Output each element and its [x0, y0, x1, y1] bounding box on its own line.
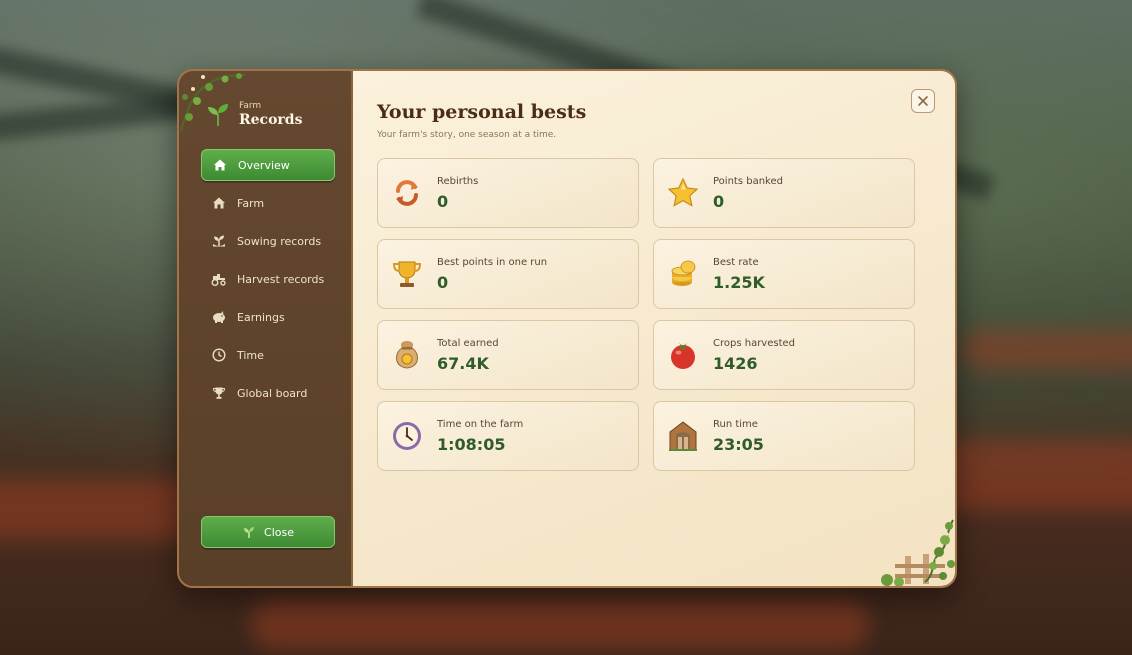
stat-value: 1.25K	[713, 273, 765, 292]
sidebar: Farm Records Overview Farm Sowing record…	[179, 71, 353, 586]
records-modal: Farm Records Overview Farm Sowing record…	[177, 69, 957, 588]
fence-vine-decoration	[881, 519, 955, 586]
stat-card-total-earned: Total earned 67.4K	[377, 320, 639, 390]
stat-value: 0	[437, 273, 449, 292]
stat-label: Best rate	[713, 257, 759, 268]
stat-value: 1:08:05	[437, 435, 506, 454]
brand-subtitle: Farm	[239, 101, 262, 111]
close-button[interactable]: Close	[201, 516, 335, 548]
trophy-icon	[211, 385, 227, 401]
content-panel: Your personal bests Your farm's story, o…	[353, 71, 955, 586]
nav-label: Harvest records	[237, 272, 325, 286]
barn-door-icon	[669, 421, 697, 451]
rebirth-arrows-icon	[396, 180, 418, 206]
nav-label: Earnings	[237, 310, 285, 324]
stat-label: Rebirths	[437, 176, 479, 187]
stat-card-best-points: Best points in one run 0	[377, 239, 639, 309]
brand: Farm Records	[205, 101, 302, 129]
sprout-icon	[244, 527, 255, 538]
clock-icon	[393, 422, 421, 450]
stat-label: Total earned	[437, 338, 499, 349]
close-button-label: Close	[264, 525, 294, 539]
clock-icon	[211, 347, 227, 363]
sprout-logo-icon	[208, 104, 228, 126]
page-subtitle: Your farm's story, one season at a time.	[377, 130, 557, 140]
sprout-icon	[211, 233, 227, 249]
stat-value: 0	[437, 192, 449, 211]
stat-label: Run time	[713, 419, 758, 430]
nav-label: Farm	[237, 196, 265, 210]
nav-label: Overview	[238, 158, 290, 172]
stat-value: 1426	[713, 354, 758, 373]
close-icon	[918, 96, 928, 106]
house-icon	[211, 195, 227, 211]
nav-item-farm[interactable]: Farm	[201, 187, 335, 219]
money-bag-icon	[396, 341, 418, 369]
stat-label: Best points in one run	[437, 257, 548, 268]
stat-value: 0	[713, 192, 725, 211]
trophy-cup-icon	[392, 261, 422, 287]
brand-title: Records	[239, 112, 303, 128]
stat-card-time-on-farm: Time on the farm 1:08:05	[377, 401, 639, 471]
coin-stack-icon	[671, 260, 696, 286]
stat-label: Crops harvested	[713, 338, 796, 349]
nav-label: Sowing records	[237, 234, 322, 248]
nav-item-time[interactable]: Time	[201, 339, 335, 371]
nav-item-earnings[interactable]: Earnings	[201, 301, 335, 333]
nav-item-global-board[interactable]: Global board	[201, 377, 335, 409]
stat-label: Time on the farm	[437, 419, 524, 430]
home-icon	[212, 157, 228, 173]
stat-card-best-rate: Best rate 1.25K	[653, 239, 915, 309]
nav-item-sowing-records[interactable]: Sowing records	[201, 225, 335, 257]
nav-label: Time	[237, 348, 264, 362]
nav-item-harvest-records[interactable]: Harvest records	[201, 263, 335, 295]
stat-card-crops-harvested: Crops harvested 1426	[653, 320, 915, 390]
stat-card-points-banked: Points banked 0	[653, 158, 915, 228]
stat-card-rebirths: Rebirths 0	[377, 158, 639, 228]
dismiss-button[interactable]	[911, 89, 935, 113]
star-icon	[667, 177, 699, 207]
tomato-icon	[671, 343, 695, 369]
stat-card-run-time: Run time 23:05	[653, 401, 915, 471]
tractor-icon	[211, 271, 227, 287]
stat-value: 67.4K	[437, 354, 489, 373]
nav-item-overview[interactable]: Overview	[201, 149, 335, 181]
nav-label: Global board	[237, 386, 308, 400]
stat-value: 23:05	[713, 435, 764, 454]
page-title: Your personal bests	[377, 101, 587, 123]
stat-label: Points banked	[713, 176, 783, 187]
piggy-bank-icon	[211, 309, 227, 325]
